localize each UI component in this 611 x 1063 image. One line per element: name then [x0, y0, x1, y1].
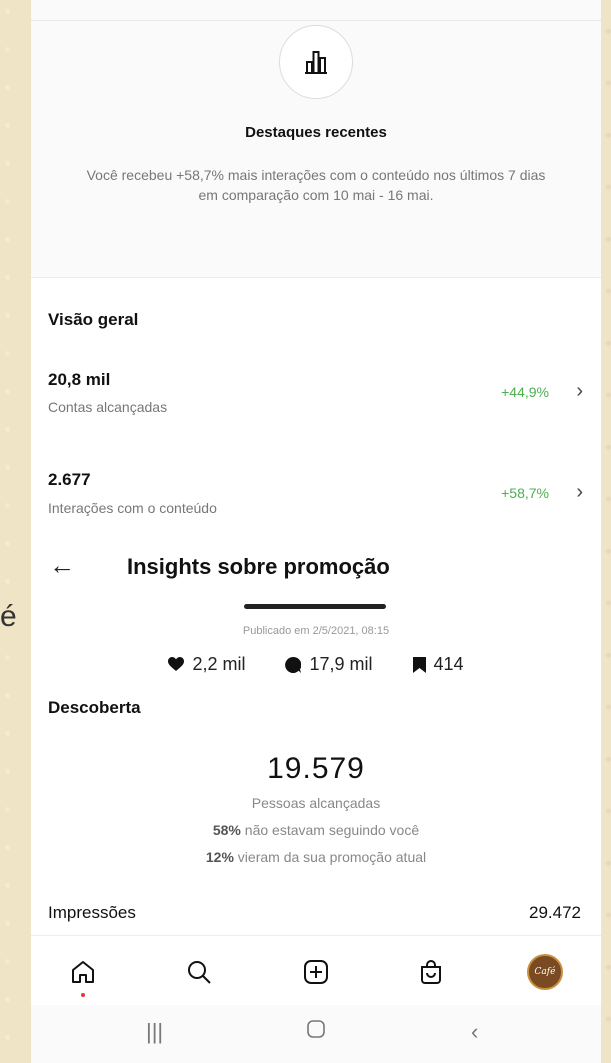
shop-icon[interactable] [411, 952, 451, 992]
back-button-icon[interactable]: ‹ [471, 1019, 478, 1045]
metric-value: 2.677 [48, 470, 91, 489]
back-arrow-icon[interactable]: ← [49, 550, 75, 581]
home-button-icon[interactable] [306, 1019, 326, 1045]
saves-count: 414 [433, 654, 464, 674]
saves-stat: 414 [412, 654, 464, 675]
metric-label: Contas alcançadas [48, 399, 168, 415]
post-stats: 2,2 mil 17,9 mil 414 [31, 654, 601, 675]
from-promo-text: vieram da sua promoção atual [237, 849, 427, 865]
insights-title: Insights sobre promoção [127, 554, 390, 579]
insights-header: ← Insights sobre promoção [31, 550, 601, 590]
impressions-value: 29.472 [529, 903, 581, 922]
highlight-text: Você recebeu +58,7% mais interações com … [86, 167, 546, 203]
metric-value: 20,8 mil [48, 370, 111, 389]
chevron-right-icon: › [576, 380, 583, 402]
recent-apps-icon[interactable]: ||| [146, 1019, 163, 1045]
phone-screen: Destaques recentes Você recebeu +58,7% m… [31, 0, 601, 1063]
search-icon[interactable] [179, 952, 219, 992]
discovery-title: Descoberta [48, 698, 141, 717]
likes-stat: 2,2 mil [168, 654, 245, 675]
published-date: Publicado em 2/5/2021, 08:15 [242, 625, 390, 637]
profile-avatar[interactable]: Café [525, 952, 565, 992]
comments-count: 17,9 mil [309, 654, 373, 674]
bar-chart-icon [279, 25, 353, 99]
chevron-right-icon: › [576, 481, 583, 503]
metric-change: +58,7% [501, 485, 549, 501]
not-following-pct: 58% [212, 822, 241, 838]
post-thumbnail [244, 604, 386, 609]
bookmark-icon [412, 656, 426, 673]
comment-icon [285, 656, 302, 673]
not-following-line: 58% não estavam seguindo você [31, 822, 601, 838]
background-glyph: é [0, 600, 17, 633]
comments-stat: 17,9 mil [285, 654, 373, 675]
system-nav: ||| ‹ [31, 1005, 601, 1063]
reach-value: 19.579 [267, 752, 365, 785]
notification-dot [81, 993, 85, 997]
metric-change: +44,9% [501, 384, 549, 400]
divider [31, 20, 601, 21]
overview-title: Visão geral [48, 310, 139, 329]
home-icon[interactable] [63, 952, 103, 992]
heart-icon [168, 657, 185, 671]
highlight-card: Destaques recentes Você recebeu +58,7% m… [31, 0, 601, 278]
likes-count: 2,2 mil [192, 654, 246, 674]
from-promo-pct: 12% [205, 849, 234, 865]
bottom-nav: Café [31, 935, 601, 1006]
add-post-icon[interactable] [296, 952, 336, 992]
highlight-title: Destaques recentes [245, 124, 387, 141]
impressions-label: Impressões [48, 903, 136, 922]
from-promo-line: 12% vieram da sua promoção atual [31, 849, 601, 865]
metric-label: Interações com o conteúdo [48, 500, 217, 516]
not-following-text: não estavam seguindo você [244, 822, 420, 838]
avatar: Café [527, 954, 563, 990]
reach-label: Pessoas alcançadas [251, 795, 381, 811]
